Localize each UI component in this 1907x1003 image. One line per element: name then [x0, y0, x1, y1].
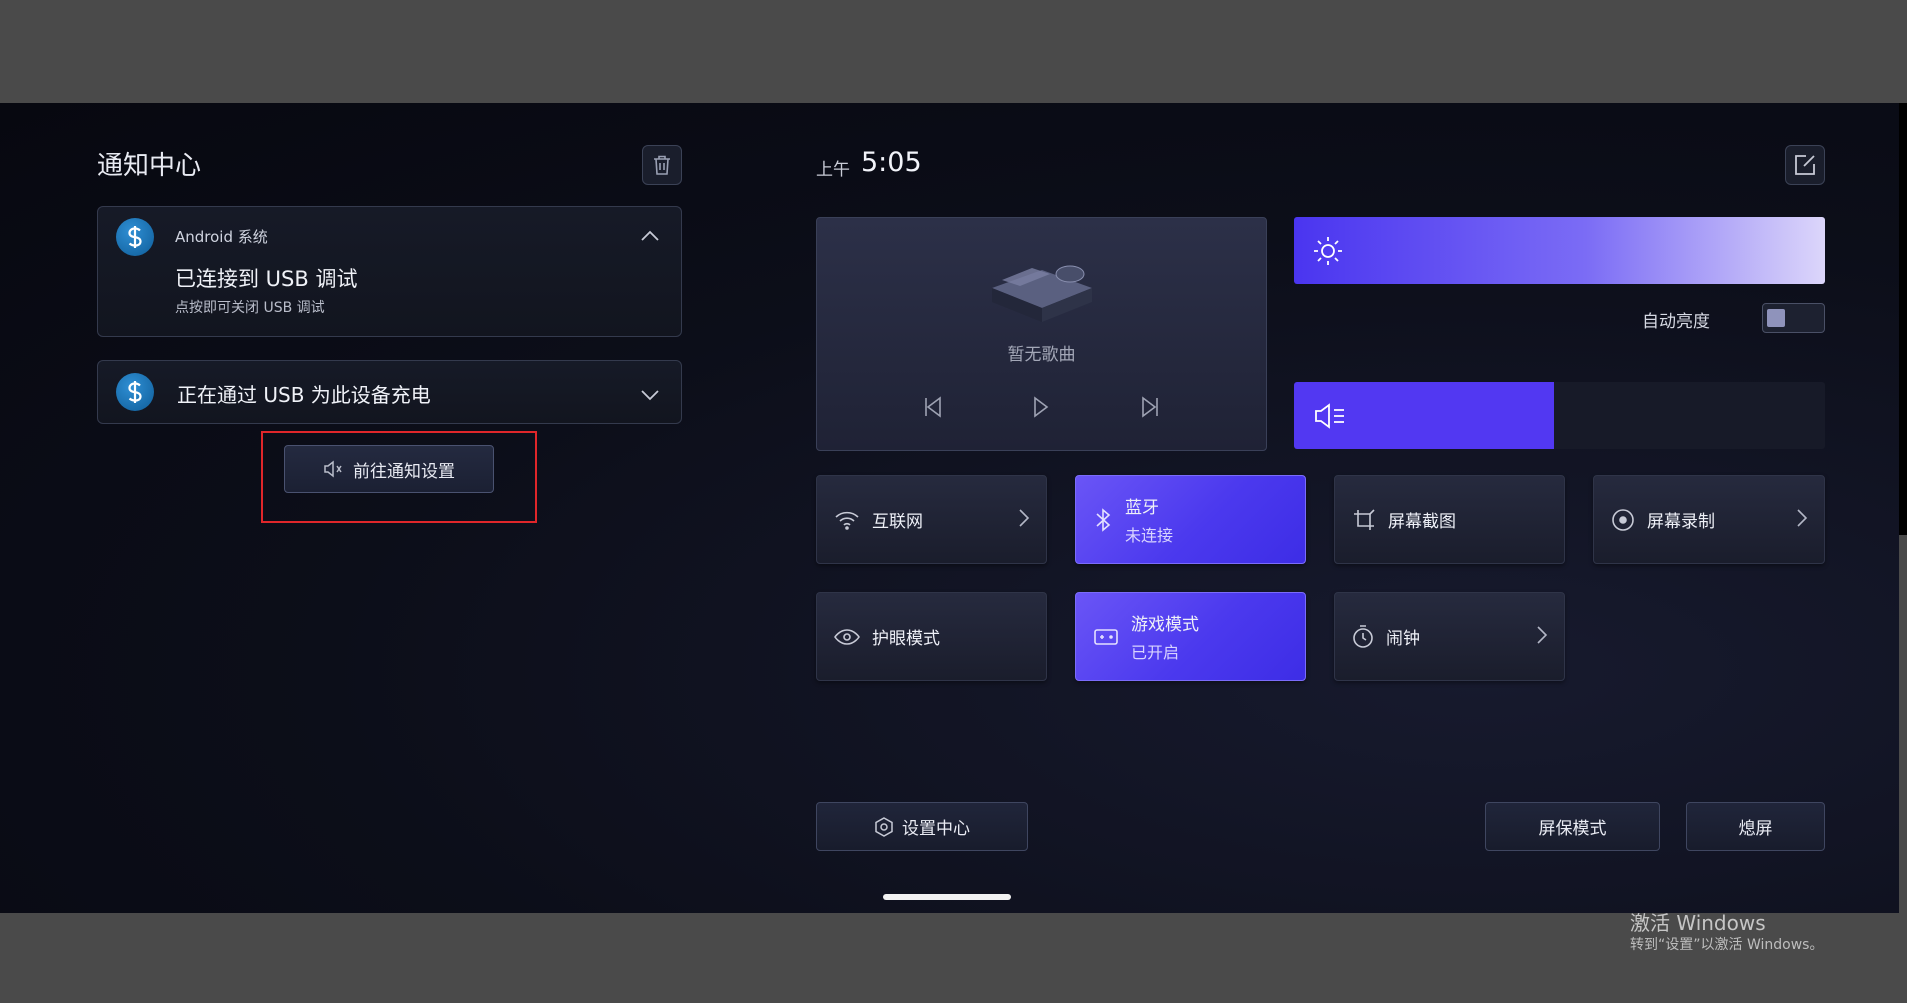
clock-ampm: 上午	[816, 160, 850, 180]
tile-screen-record-label: 屏幕录制	[1647, 512, 1715, 532]
screen-off-label: 熄屏	[1738, 819, 1773, 839]
android-system-icon	[116, 373, 154, 411]
record-icon	[1612, 508, 1634, 531]
crop-icon	[1354, 508, 1375, 530]
tile-eye-protection[interactable]: 护眼模式	[816, 592, 1047, 681]
notification-center-title: 通知中心	[97, 151, 202, 181]
tile-alarm[interactable]: 闹钟	[1334, 592, 1565, 681]
notification-subtitle: 点按即可关闭 USB 调试	[175, 300, 325, 316]
goto-notification-settings-button[interactable]: 前往通知设置	[284, 445, 494, 493]
screen-off-button[interactable]: 熄屏	[1686, 802, 1825, 851]
windows-activation-subtitle: 转到“设置”以激活 Windows。	[1630, 937, 1824, 953]
tile-eye-protection-label: 护眼模式	[872, 629, 940, 649]
tile-internet[interactable]: 互联网	[816, 475, 1047, 564]
settings-center-button[interactable]: 设置中心	[816, 802, 1028, 851]
tile-game-mode[interactable]: 游戏模式 已开启	[1075, 592, 1306, 681]
edit-icon	[1795, 155, 1815, 175]
notification-card-usb-debugging[interactable]: Android 系统 已连接到 USB 调试 点按即可关闭 USB 调试	[97, 206, 682, 337]
tile-screen-record[interactable]: 屏幕录制	[1593, 475, 1825, 564]
chevron-right-icon	[1796, 508, 1808, 532]
music-placeholder-illustration	[982, 240, 1102, 330]
goto-notification-settings-label: 前往通知设置	[353, 461, 455, 482]
volume-icon	[1314, 402, 1348, 434]
media-player-card: 暂无歌曲	[816, 217, 1267, 451]
tile-bluetooth[interactable]: 蓝牙 未连接	[1075, 475, 1306, 564]
screensaver-button[interactable]: 屏保模式	[1485, 802, 1660, 851]
bluetooth-icon	[1096, 507, 1111, 532]
windows-activation-title: 激活 Windows	[1630, 911, 1766, 935]
trash-icon	[654, 155, 670, 175]
control-center-screen: 通知中心 Android 系统 已连接到 USB 调试 点按即可关闭 USB 调…	[0, 103, 1899, 913]
notification-title: 已连接到 USB 调试	[175, 267, 358, 291]
collapse-chevron-up-icon[interactable]	[640, 227, 662, 243]
gamepad-icon	[1094, 628, 1118, 645]
alarm-icon	[1353, 624, 1373, 648]
no-song-text: 暂无歌曲	[1007, 345, 1076, 365]
toggle-knob	[1767, 309, 1785, 327]
notification-title: 正在通过 USB 为此设备充电	[177, 383, 431, 407]
tile-alarm-label: 闹钟	[1386, 629, 1420, 649]
android-system-icon	[116, 218, 154, 256]
notification-app-name: Android 系统	[175, 228, 268, 246]
edit-button[interactable]	[1785, 145, 1825, 185]
eye-icon	[834, 628, 860, 645]
volume-slider[interactable]	[1294, 382, 1825, 449]
tile-game-mode-status: 已开启	[1131, 643, 1180, 662]
tile-screenshot[interactable]: 屏幕截图	[1334, 475, 1565, 564]
tile-bluetooth-status: 未连接	[1125, 526, 1174, 545]
tile-internet-label: 互联网	[872, 512, 923, 532]
tile-bluetooth-label: 蓝牙	[1125, 498, 1159, 518]
chevron-right-icon	[1536, 625, 1548, 649]
home-gesture-bar[interactable]	[883, 894, 1011, 900]
clear-all-button[interactable]	[642, 145, 682, 185]
notification-card-usb-charging[interactable]: 正在通过 USB 为此设备充电	[97, 360, 682, 424]
play-icon[interactable]	[1032, 395, 1050, 419]
auto-brightness-toggle[interactable]	[1762, 303, 1825, 333]
wifi-icon	[835, 511, 859, 530]
auto-brightness-label: 自动亮度	[1642, 312, 1710, 332]
tile-screenshot-label: 屏幕截图	[1388, 512, 1456, 532]
chevron-right-icon	[1018, 508, 1030, 532]
brightness-fill	[1294, 217, 1825, 284]
clock-time: 5:05	[861, 147, 922, 178]
previous-track-icon[interactable]	[923, 395, 943, 419]
speaker-settings-icon	[324, 460, 342, 478]
brightness-icon	[1312, 235, 1344, 271]
expand-chevron-down-icon[interactable]	[640, 386, 662, 402]
settings-center-label: 设置中心	[902, 819, 970, 839]
tile-game-mode-label: 游戏模式	[1131, 615, 1199, 635]
scrollbar[interactable]	[1899, 103, 1907, 535]
next-track-icon[interactable]	[1140, 395, 1160, 419]
settings-icon	[875, 816, 893, 837]
screensaver-label: 屏保模式	[1538, 819, 1607, 839]
brightness-slider[interactable]	[1294, 217, 1825, 284]
